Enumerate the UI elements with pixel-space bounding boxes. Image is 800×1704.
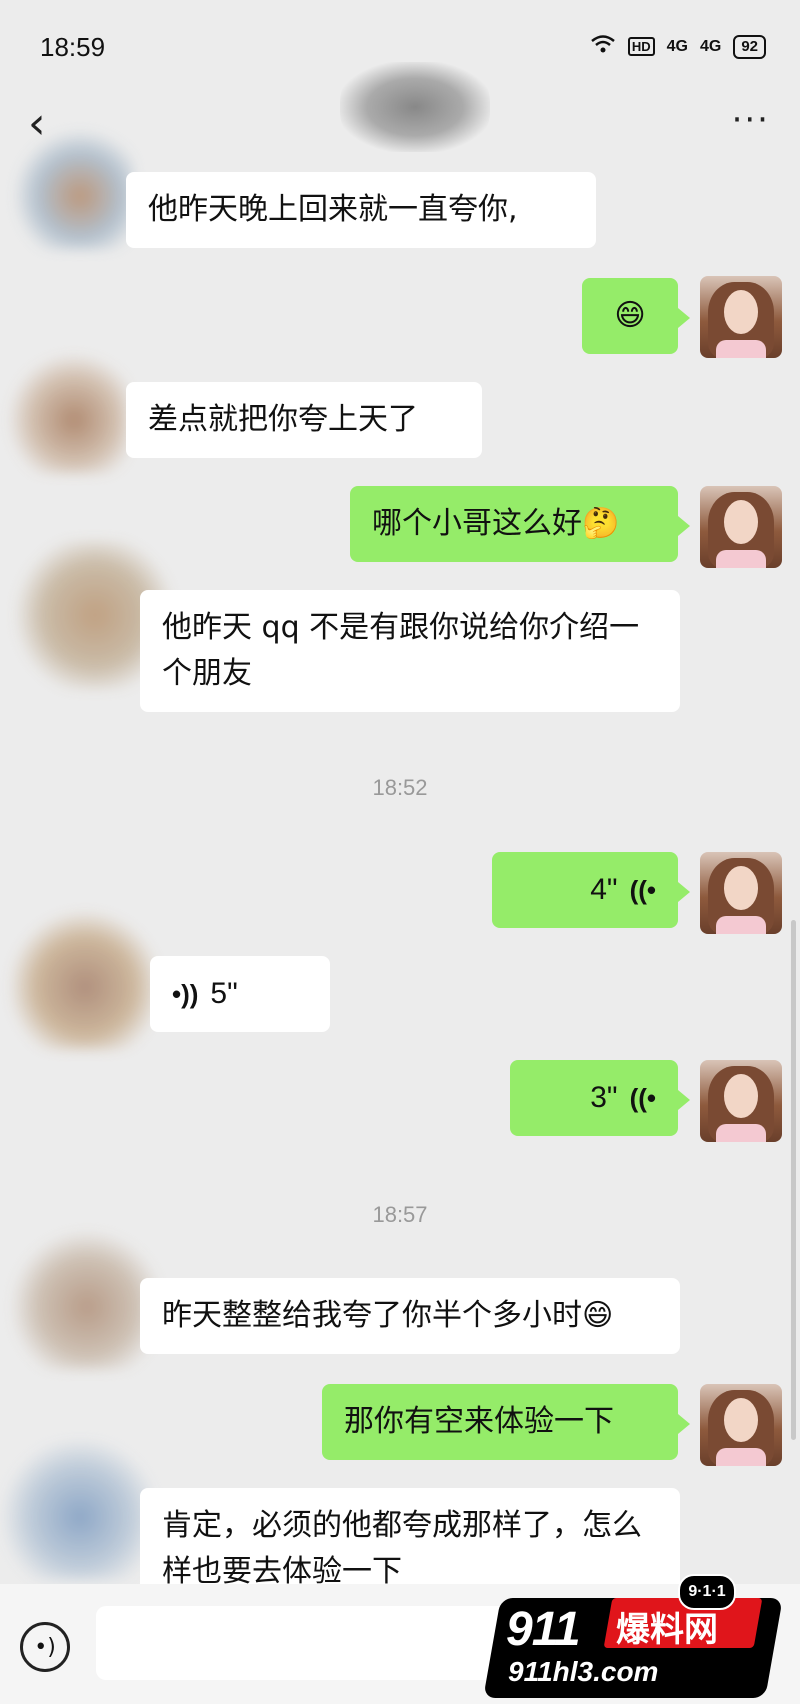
watermark-brand: 911 <box>506 1603 581 1656</box>
voice-duration: 4" <box>590 873 618 906</box>
watermark-logo: 911 爆料网 911hl3.com 9·1·1 <box>483 1574 783 1702</box>
user-avatar[interactable] <box>700 1384 782 1466</box>
status-time: 18:59 <box>40 32 106 62</box>
wifi-icon <box>590 34 616 59</box>
more-options-icon[interactable]: ··· <box>732 100 770 140</box>
voice-wave-icon: •)) <box>172 979 199 1009</box>
user-avatar[interactable] <box>700 1060 782 1142</box>
message-timestamp: 18:52 <box>372 775 428 800</box>
voice-message-incoming[interactable]: •)) 5" <box>150 956 330 1032</box>
signal-4g-icon-1: 4G <box>666 37 688 55</box>
message-bubble-outgoing[interactable]: 😄 <box>582 278 690 354</box>
voice-wave-icon: ((• <box>629 875 656 905</box>
message-bubble-incoming[interactable]: 他昨天晚上回来就一直夸你, <box>126 172 596 248</box>
voice-input-toggle-icon[interactable]: •) <box>20 1622 70 1672</box>
voice-wave-icon: ((• <box>629 1083 656 1113</box>
contact-avatar-redacted[interactable] <box>0 1440 160 1580</box>
signal-4g-icon-2: 4G <box>699 37 722 55</box>
user-avatar[interactable] <box>700 276 782 358</box>
message-bubble-incoming[interactable]: 差点就把你夸上天了 <box>126 382 482 458</box>
battery-icon: 92 <box>733 34 766 59</box>
user-avatar[interactable] <box>700 852 782 934</box>
message-timestamp: 18:57 <box>372 1202 428 1227</box>
scrollbar[interactable] <box>791 920 796 1440</box>
voice-duration: 5" <box>210 977 238 1010</box>
voice-message-outgoing[interactable]: 4" ((• <box>492 852 690 928</box>
contact-avatar-redacted[interactable] <box>14 130 134 250</box>
redacted-contact-name <box>340 62 490 152</box>
status-icons: HD 4G 4G 92 <box>590 34 766 59</box>
watermark-tag: 9·1·1 <box>678 1574 736 1610</box>
hd-icon: HD <box>627 37 655 56</box>
voice-message-outgoing[interactable]: 3" ((• <box>510 1060 690 1136</box>
watermark-url: 911hl3.com <box>508 1656 659 1687</box>
contact-avatar-redacted[interactable] <box>8 354 128 474</box>
user-avatar[interactable] <box>700 486 782 568</box>
voice-duration: 3" <box>590 1081 618 1114</box>
message-bubble-incoming[interactable]: 昨天整整给我夸了你半个多小时😄 <box>140 1278 680 1354</box>
message-bubble-outgoing[interactable]: 哪个小哥这么好🤔 <box>350 486 690 562</box>
contact-avatar-redacted[interactable] <box>10 910 160 1050</box>
message-bubble-incoming[interactable]: 他昨天 qq 不是有跟你说给你介绍一个朋友 <box>140 590 680 712</box>
message-bubble-outgoing[interactable]: 那你有空来体验一下 <box>322 1384 690 1460</box>
